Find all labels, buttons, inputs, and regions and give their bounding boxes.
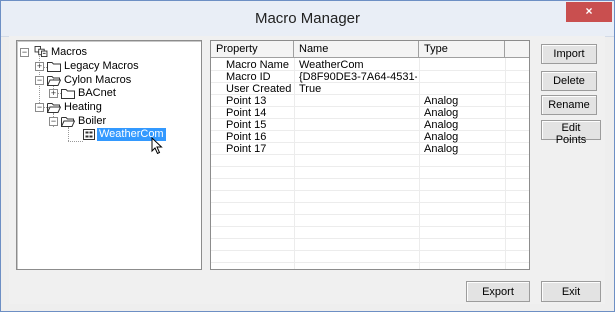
table-row[interactable] bbox=[211, 239, 529, 251]
cell-type: Analog bbox=[424, 107, 459, 119]
cell-name bbox=[299, 95, 417, 107]
table-row[interactable]: Point 13 Analog bbox=[211, 95, 529, 107]
table-row[interactable] bbox=[211, 155, 529, 167]
cell-name bbox=[299, 131, 417, 143]
collapse-toggle[interactable]: − bbox=[20, 48, 29, 57]
cell-property: Point 15 bbox=[226, 119, 267, 131]
cell-type bbox=[424, 71, 502, 83]
tree-label: Macros bbox=[51, 46, 88, 58]
cell-property: Point 13 bbox=[226, 95, 267, 107]
collapse-toggle[interactable]: − bbox=[35, 103, 44, 112]
collapse-toggle[interactable]: − bbox=[35, 76, 44, 85]
cell-type: Analog bbox=[424, 131, 459, 143]
cell-type bbox=[424, 59, 502, 71]
property-grid[interactable]: Property Name Type Macro Name WeatherCom M… bbox=[210, 40, 530, 270]
import-button[interactable]: Import bbox=[541, 44, 597, 64]
tree-label: Boiler bbox=[78, 115, 107, 127]
delete-button[interactable]: Delete bbox=[541, 71, 597, 91]
table-row[interactable]: Point 17 Analog bbox=[211, 143, 529, 155]
table-row[interactable] bbox=[211, 251, 529, 263]
table-row[interactable]: Point 14 Analog bbox=[211, 107, 529, 119]
table-row[interactable]: User Created True bbox=[211, 83, 529, 95]
folder-icon bbox=[61, 89, 75, 99]
title-bar[interactable]: Macro Manager × bbox=[1, 1, 614, 37]
macro-icon bbox=[83, 129, 95, 140]
table-row[interactable] bbox=[211, 215, 529, 227]
column-header-name[interactable]: Name bbox=[294, 41, 419, 58]
table-row[interactable]: Point 15 Analog bbox=[211, 119, 529, 131]
cell-property: Macro ID bbox=[226, 71, 271, 83]
cell-name bbox=[299, 119, 417, 131]
table-row[interactable]: Point 16 Analog bbox=[211, 131, 529, 143]
cell-property: Macro Name bbox=[226, 59, 289, 71]
folder-open-icon bbox=[47, 103, 61, 113]
cell-type bbox=[424, 83, 502, 95]
cell-property: Point 17 bbox=[226, 143, 267, 155]
collapse-toggle[interactable]: − bbox=[49, 117, 58, 126]
exit-button[interactable]: Exit bbox=[541, 281, 601, 302]
tree-label: Cylon Macros bbox=[64, 74, 132, 86]
cell-type: Analog bbox=[424, 119, 459, 131]
tree-label: Heating bbox=[64, 101, 102, 113]
cell-name: True bbox=[299, 83, 322, 95]
cell-name bbox=[299, 143, 417, 155]
table-row[interactable] bbox=[211, 179, 529, 191]
folder-icon bbox=[47, 62, 61, 72]
cell-name bbox=[299, 107, 417, 119]
tree-line bbox=[68, 127, 69, 141]
cell-type: Analog bbox=[424, 143, 459, 155]
close-button[interactable]: × bbox=[566, 2, 612, 22]
window-title: Macro Manager bbox=[254, 10, 361, 27]
table-row[interactable] bbox=[211, 203, 529, 215]
folder-open-icon bbox=[61, 117, 75, 127]
export-button[interactable]: Export bbox=[466, 281, 530, 302]
column-header-type[interactable]: Type bbox=[419, 41, 505, 58]
macro-group-icon bbox=[34, 46, 48, 57]
column-header-property[interactable]: Property bbox=[211, 41, 294, 58]
table-row[interactable] bbox=[211, 167, 529, 179]
cell-property: Point 16 bbox=[226, 131, 267, 143]
macro-tree[interactable]: − Macros + Legacy Macros − Cylon Macros … bbox=[16, 40, 202, 270]
cell-property: User Created bbox=[226, 83, 292, 95]
folder-open-icon bbox=[47, 76, 61, 86]
table-row[interactable] bbox=[211, 227, 529, 239]
cell-property: Point 14 bbox=[226, 107, 267, 119]
column-header-extra[interactable] bbox=[505, 41, 529, 58]
mouse-cursor-icon bbox=[151, 137, 163, 155]
expand-toggle[interactable]: + bbox=[35, 62, 44, 71]
table-row[interactable]: Macro Name WeatherCom bbox=[211, 59, 529, 71]
expand-toggle[interactable]: + bbox=[49, 89, 58, 98]
cell-name: {D8F90DE3-7A64-4531-B... bbox=[299, 71, 417, 83]
tree-line bbox=[68, 141, 83, 142]
tree-label: Legacy Macros bbox=[64, 60, 139, 72]
edit-points-button[interactable]: Edit Points bbox=[541, 120, 601, 146]
grid-header: Property Name Type bbox=[211, 41, 529, 58]
table-row[interactable]: Macro ID {D8F90DE3-7A64-4531-B... bbox=[211, 71, 529, 83]
table-row[interactable] bbox=[211, 191, 529, 203]
cell-name: WeatherCom bbox=[299, 59, 364, 71]
rename-button[interactable]: Rename bbox=[541, 95, 597, 115]
cell-type: Analog bbox=[424, 95, 459, 107]
tree-label: BACnet bbox=[78, 87, 116, 99]
